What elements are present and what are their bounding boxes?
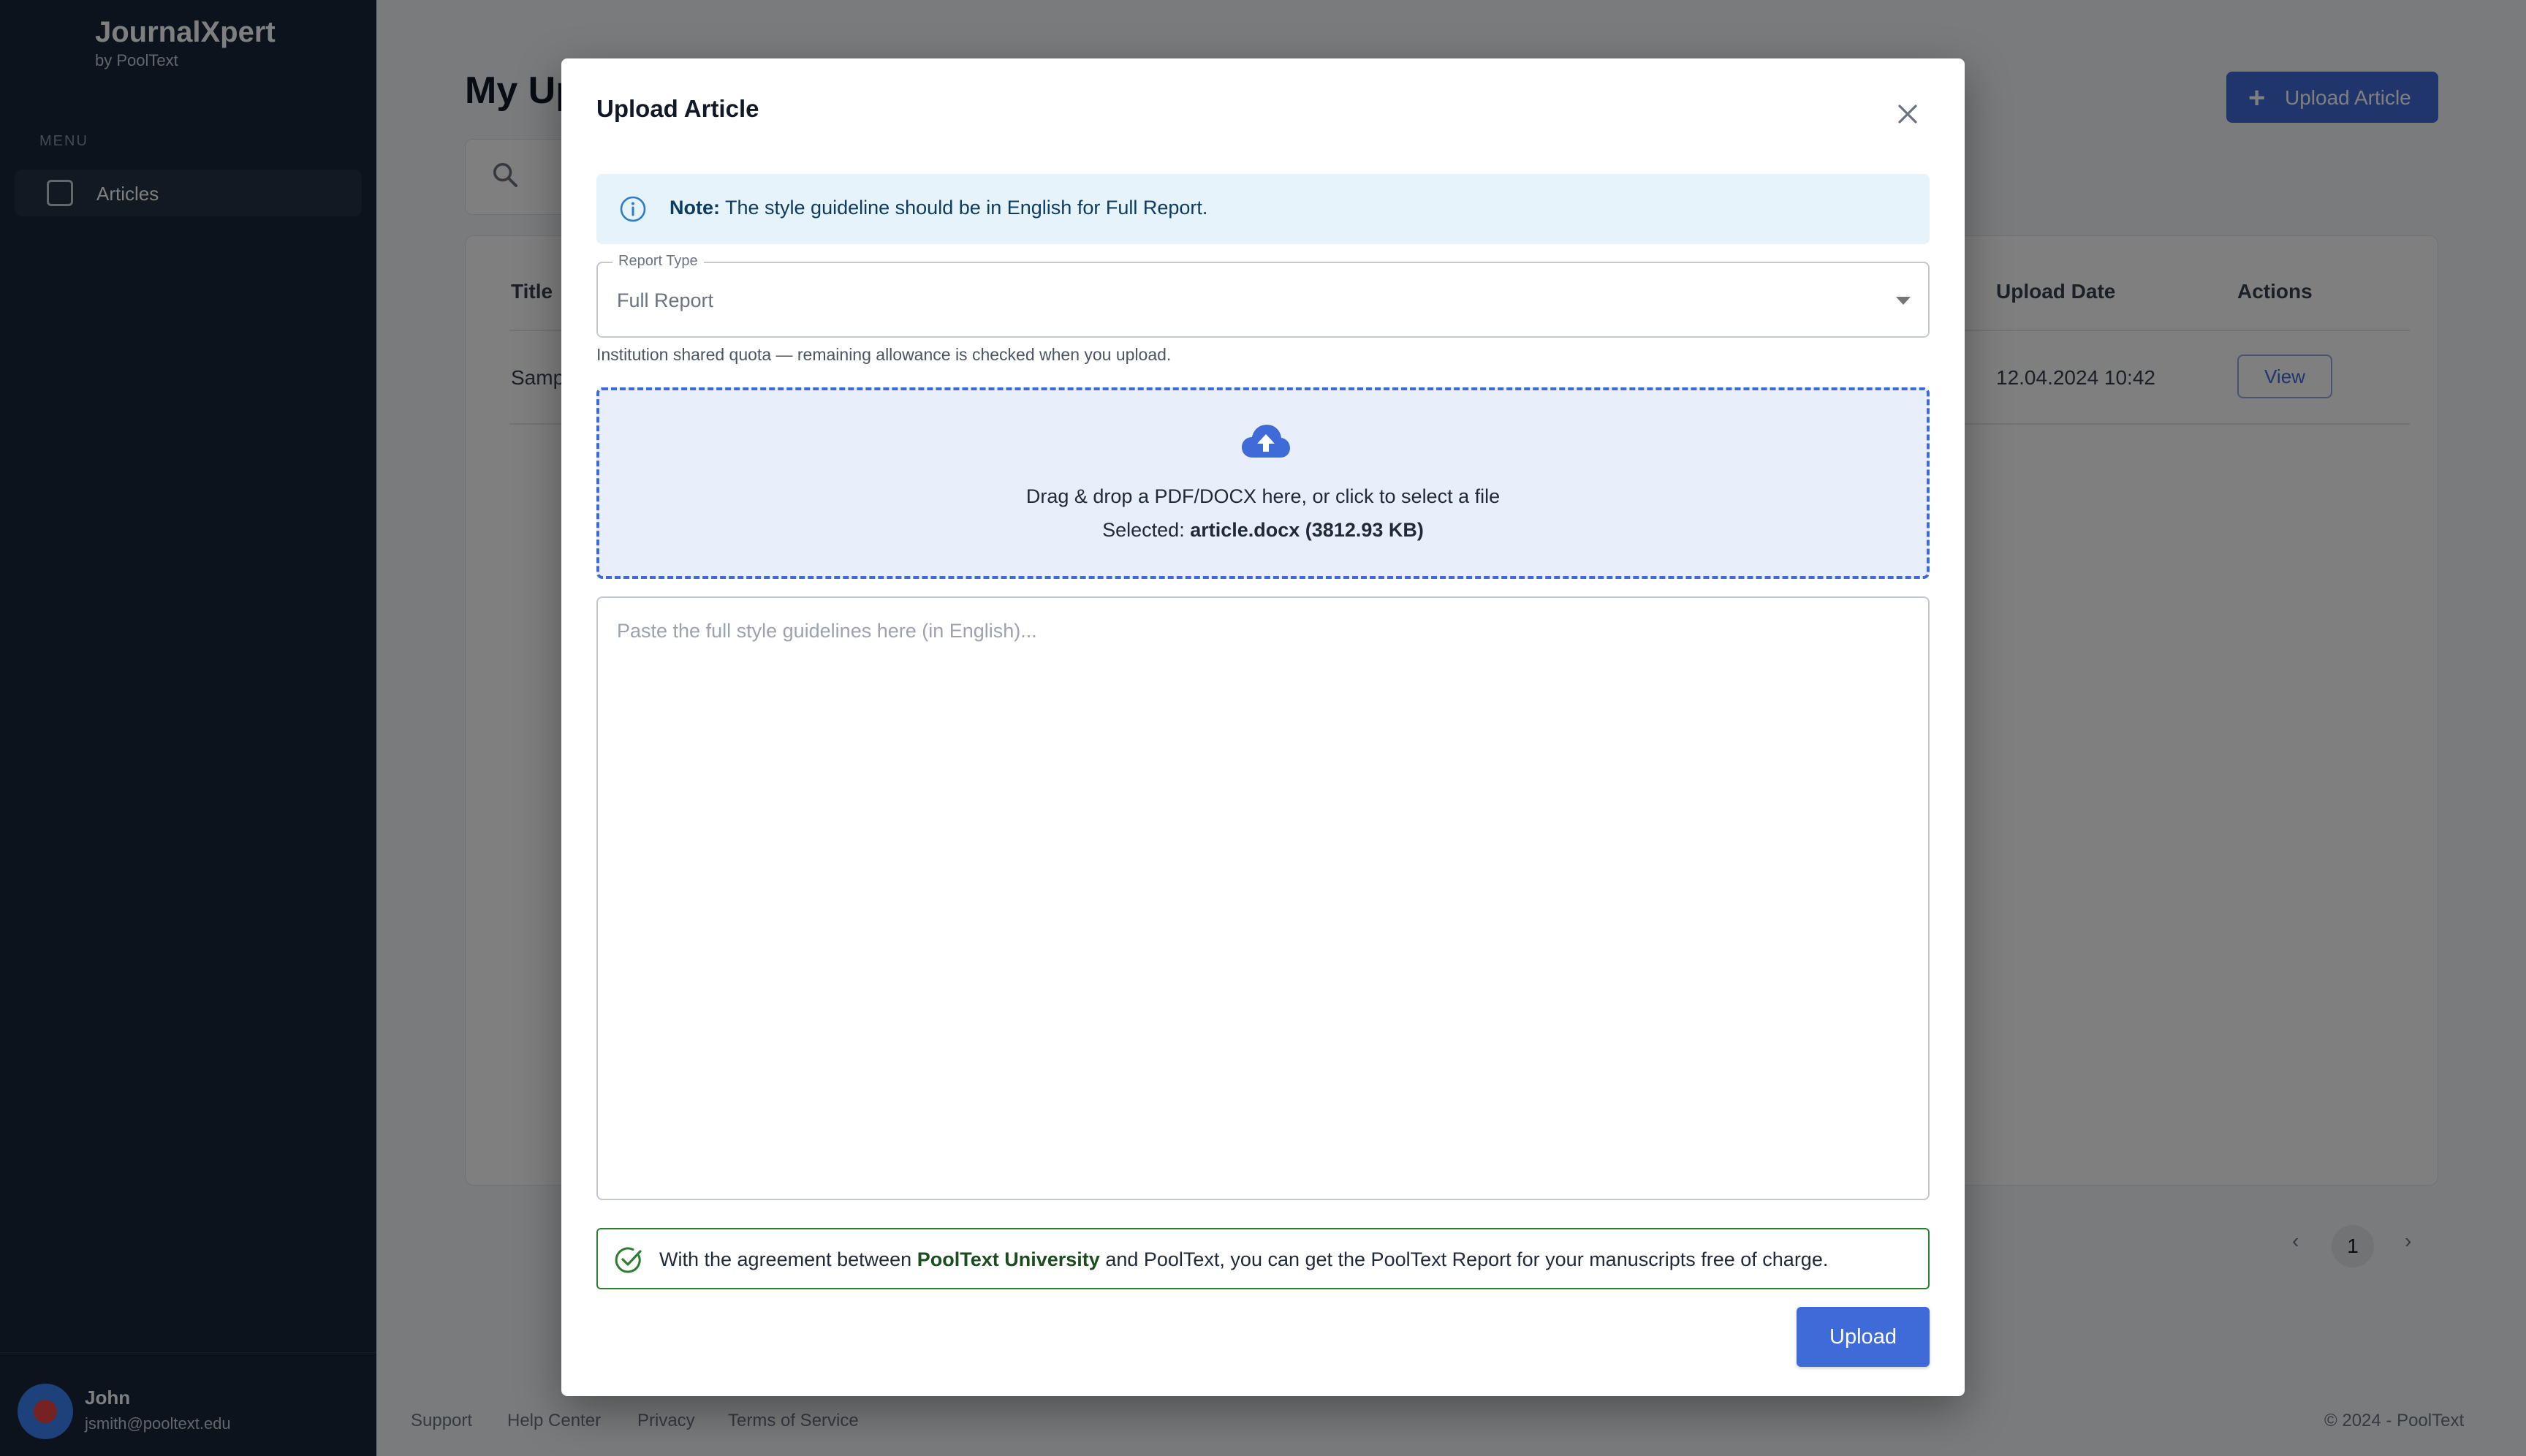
cloud-upload-icon <box>1242 425 1290 458</box>
check-circle-icon <box>615 1247 642 1273</box>
upload-button[interactable]: Upload <box>1797 1307 1930 1367</box>
note-label: Note: <box>670 197 720 219</box>
dialog-title: Upload Article <box>596 95 759 122</box>
style-guidelines-textarea[interactable] <box>596 596 1930 1200</box>
selected-file-name: article.docx (3812.93 KB) <box>1190 519 1424 541</box>
close-icon[interactable] <box>1886 92 1930 136</box>
note-banner: Note: The style guideline should be in E… <box>596 174 1930 244</box>
report-type-label: Report Type <box>612 253 704 270</box>
info-icon <box>620 196 646 222</box>
institution-name: PoolText University <box>917 1248 1100 1270</box>
agreement-prefix: With the agreement between <box>659 1248 912 1270</box>
selected-file-label: Selected: <box>1102 519 1185 541</box>
agreement-text: With the agreement between PoolText Univ… <box>659 1248 1828 1271</box>
agreement-suffix: and PoolText, you can get the PoolText R… <box>1105 1248 1829 1270</box>
report-type-value: Full Report <box>617 289 714 311</box>
dropzone-instructions: Drag & drop a PDF/DOCX here, or click to… <box>1025 485 1501 507</box>
file-dropzone[interactable]: Drag & drop a PDF/DOCX here, or click to… <box>596 387 1930 579</box>
note-text: Note: The style guideline should be in E… <box>670 197 1207 219</box>
quota-helper-text: Institution shared quota — remaining all… <box>596 345 1172 364</box>
report-type-select[interactable]: Report Type Full Report <box>596 253 1930 338</box>
agreement-banner: With the agreement between PoolText Univ… <box>596 1228 1930 1289</box>
selected-file-info: Selected: article.docx (3812.93 KB) <box>599 519 1927 542</box>
upload-article-dialog: Upload Article Note: The style guideline… <box>561 58 1965 1396</box>
note-message: The style guideline should be in English… <box>725 197 1208 219</box>
caret-down-icon <box>1896 297 1911 305</box>
